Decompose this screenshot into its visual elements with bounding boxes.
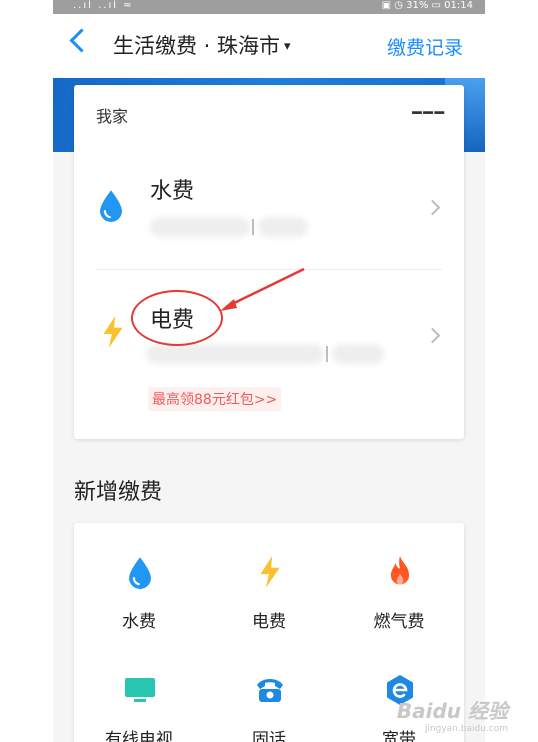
watermark-url: jingyan.baidu.com (424, 724, 508, 734)
tile-gas[interactable]: 燃气费 (334, 523, 464, 633)
redacted-account-number (332, 344, 384, 364)
my-home-card: 我家 ━ ━ ━ 水费 电费 最高领88元红包>> (74, 85, 464, 439)
telephone-icon (257, 679, 283, 702)
lightning-icon (260, 556, 280, 588)
red-packet-promo-link[interactable]: 最高领88元红包>> (148, 387, 282, 411)
annotation-circle (131, 290, 223, 346)
baidu-jingyan-watermark: Baidu 经验 jingyan.baidu.com (397, 695, 508, 734)
back-arrow-icon[interactable] (69, 28, 94, 53)
account-separator (326, 346, 328, 362)
tile-label: 电费 (252, 612, 286, 632)
flame-icon (390, 556, 410, 585)
water-drop-icon (129, 557, 151, 589)
payment-records-link[interactable]: 缴费记录 (387, 33, 463, 60)
more-options-icon[interactable]: ━ ━ ━ (412, 105, 444, 121)
tile-cable-tv[interactable]: 有线电视 (74, 641, 204, 742)
redacted-account-name (146, 344, 324, 364)
tv-icon (125, 678, 155, 702)
tile-label: 固话 (252, 730, 286, 742)
account-separator (252, 219, 254, 235)
tile-label: 有线电视 (105, 730, 173, 742)
annotation-arrow-icon (220, 267, 305, 311)
chevron-right-icon (424, 199, 441, 216)
redacted-account-number (258, 217, 308, 237)
card-title: 我家 (96, 107, 129, 126)
tile-label: 燃气费 (373, 612, 425, 632)
tile-label: 水费 (122, 612, 156, 632)
status-right: ▣ ◷ 31% ▭ 01:14 (381, 0, 473, 11)
water-bill-label: 水费 (150, 179, 195, 204)
tile-landline[interactable]: 固话 (204, 641, 334, 742)
lightning-icon (103, 316, 123, 348)
tile-water[interactable]: 水费 (74, 523, 204, 633)
tile-electric[interactable]: 电费 (204, 523, 334, 633)
city-dropdown-caret-icon[interactable]: ▾ (284, 39, 291, 54)
page-title[interactable]: 生活缴费 · 珠海市 ▾ (113, 30, 291, 60)
watermark-main: Baidu 经验 (396, 699, 508, 723)
page-title-text: 生活缴费 · 珠海市 (113, 34, 281, 58)
chevron-right-icon (424, 327, 441, 344)
new-payment-heading: 新增缴费 (74, 480, 163, 505)
redacted-account-name (150, 217, 250, 237)
water-drop-icon (100, 190, 122, 222)
status-bar: ..ıl ..ıl ≈ ▣ ◷ 31% ▭ 01:14 (53, 0, 485, 14)
app-header: 生活缴费 · 珠海市 ▾ 缴费记录 (53, 14, 485, 78)
signal-indicators: ..ıl ..ıl ≈ (73, 0, 134, 11)
phone-screen: ..ıl ..ıl ≈ ▣ ◷ 31% ▭ 01:14 生活缴费 · 珠海市 ▾ … (53, 0, 485, 742)
